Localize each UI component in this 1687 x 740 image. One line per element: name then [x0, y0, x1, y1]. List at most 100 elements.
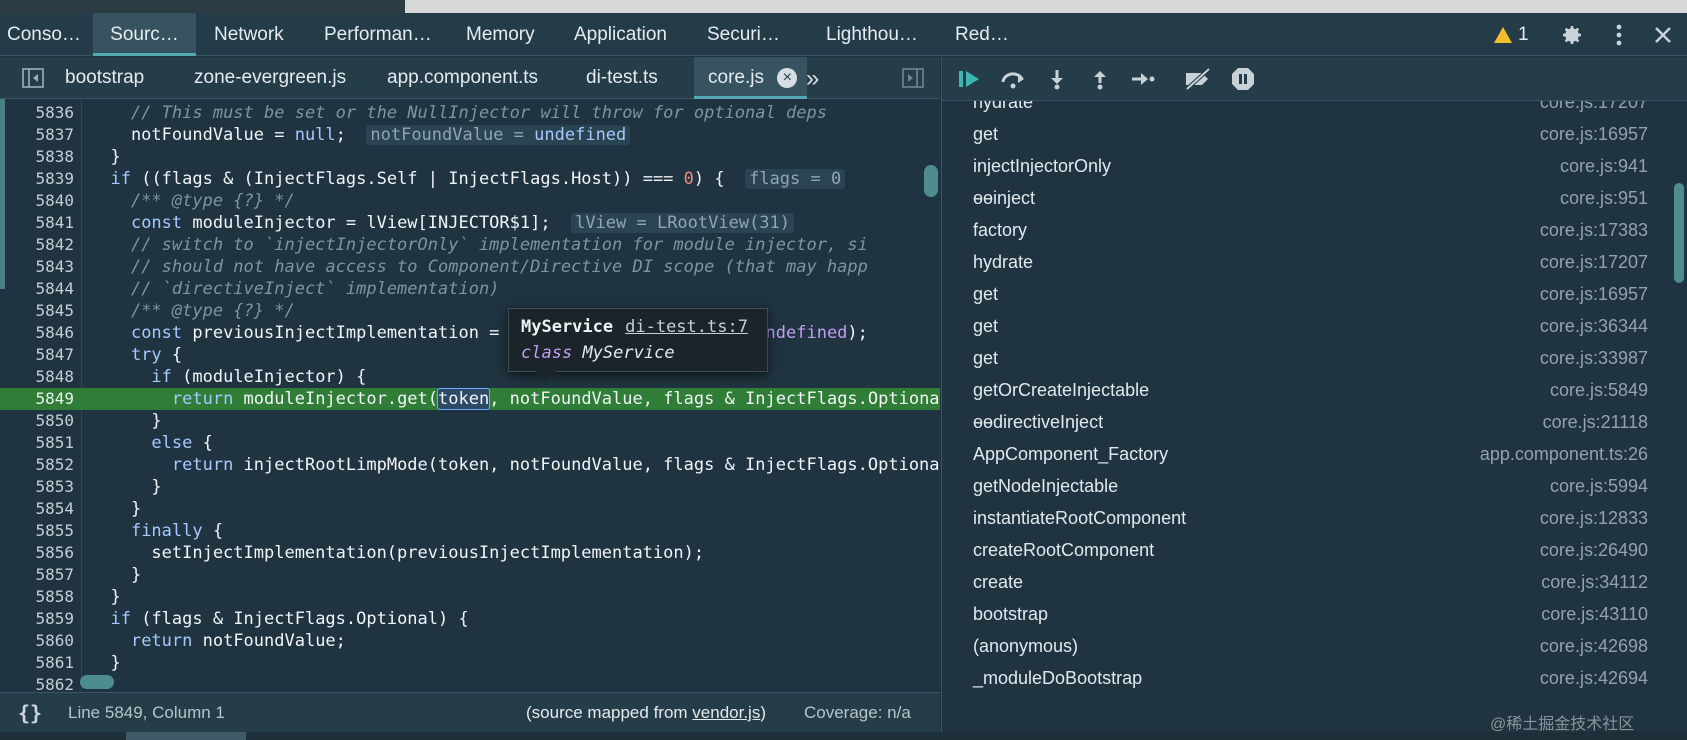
call-frame[interactable]: injectInjectorOnly core.js:941 — [942, 149, 1648, 183]
code-line: 5848 if (moduleInjector) { — [35, 367, 367, 387]
call-frame[interactable]: get core.js:16957 — [942, 277, 1648, 311]
code-line: 5845 /** @type {?} */ — [35, 301, 295, 321]
step-into-icon — [1051, 70, 1063, 90]
breakpoints-off-icon — [1185, 68, 1211, 90]
cursor-position: Line 5849, Column 1 — [68, 703, 225, 722]
toggle-debugger-button[interactable] — [902, 68, 924, 93]
step-icon — [1132, 73, 1155, 85]
call-frame[interactable]: getNodeInjectable core.js:5994 — [942, 469, 1648, 503]
debugger-toolbar — [942, 57, 1687, 101]
call-frame[interactable]: create core.js:34112 — [942, 565, 1648, 599]
source-map-info: (source mapped from vendor.js) — [526, 703, 767, 722]
pause-on-exceptions-button[interactable] — [1228, 65, 1258, 93]
more-tabs-chevron-icon[interactable]: » — [806, 65, 819, 93]
tab-sources[interactable]: Sourc… — [93, 13, 196, 56]
tab-application[interactable]: Application — [574, 13, 667, 56]
call-frame[interactable]: get core.js:16957 — [942, 117, 1648, 151]
tab-console[interactable]: Conso… — [7, 13, 81, 56]
call-frame[interactable]: _moduleDoBootstrap core.js:42694 — [942, 661, 1648, 695]
code-line: 5853 } — [35, 477, 162, 497]
call-frame[interactable]: getOrCreateInjectable core.js:5849 — [942, 373, 1648, 407]
settings-button[interactable] — [1556, 13, 1588, 56]
pretty-print-button[interactable]: {} — [18, 701, 42, 725]
inline-value-notfound: notFoundValue = undefined — [366, 125, 631, 145]
tab-network[interactable]: Network — [214, 13, 284, 56]
hovered-token[interactable]: token — [437, 388, 491, 410]
tooltip-title: MyService — [521, 317, 614, 337]
code-editor[interactable]: 5836 // This must be set or the NullInje… — [0, 99, 940, 692]
code-line: 5860 return notFoundValue; — [35, 631, 346, 651]
editor-scroll-marker[interactable] — [924, 165, 938, 197]
step-into-button[interactable] — [1042, 65, 1072, 93]
tab-redux[interactable]: Red… — [955, 13, 1009, 56]
panel-right-icon — [902, 68, 924, 88]
file-tab-di-test[interactable]: di-test.ts — [586, 57, 658, 99]
bottom-scrollbar-thumb[interactable] — [126, 732, 246, 740]
code-line: 5841 const moduleInjector = lView[INJECT… — [0, 212, 940, 234]
code-line: 5838 } — [35, 147, 121, 167]
resume-button[interactable] — [954, 65, 984, 93]
code-line: 5857 } — [35, 565, 142, 585]
warning-icon — [1494, 26, 1512, 43]
call-frame[interactable]: get core.js:36344 — [942, 309, 1648, 343]
call-frame[interactable]: createRootComponent core.js:26490 — [942, 533, 1648, 567]
file-tab-zone-evergreen[interactable]: zone-evergreen.js — [194, 57, 346, 99]
step-over-icon — [1001, 72, 1024, 89]
tab-security[interactable]: Securi… — [707, 13, 780, 56]
more-options-button[interactable] — [1604, 13, 1634, 56]
code-line: 5861 } — [35, 653, 121, 673]
code-line: 5854 } — [35, 499, 142, 519]
paused-execution-line: 5849 return moduleInjector.get(token, no… — [0, 388, 940, 410]
code-line: 5837 notFoundValue = null; notFoundValue… — [0, 124, 940, 146]
code-line: 5856 setInjectImplementation(previousInj… — [35, 543, 705, 563]
call-frame[interactable]: get core.js:33987 — [942, 341, 1648, 375]
warnings-counter[interactable]: 1 — [1494, 13, 1529, 56]
file-tab-bootstrap[interactable]: bootstrap — [65, 57, 144, 99]
coverage-status: Coverage: n/a — [804, 703, 911, 722]
call-frame[interactable]: AppComponent_Factory app.component.ts:26 — [942, 437, 1648, 471]
call-stack-scrollbar[interactable] — [1674, 183, 1684, 283]
file-tab-app-component[interactable]: app.component.ts — [387, 57, 538, 99]
call-frame[interactable]: factory core.js:17383 — [942, 213, 1648, 247]
inline-value-lview: lView = LRootView(31) — [571, 213, 795, 233]
call-frame[interactable]: ɵɵdirectiveInject core.js:21118 — [942, 405, 1648, 439]
call-frame[interactable]: bootstrap core.js:43110 — [942, 597, 1648, 631]
code-line: 5842 // switch to `injectInjectorOnly` i… — [35, 235, 868, 255]
file-tab-core-js[interactable]: core.js × — [694, 57, 808, 99]
tab-performance[interactable]: Performan… — [324, 13, 432, 56]
call-frame[interactable]: hydrate core.js:17207 — [942, 245, 1648, 279]
tab-lighthouse[interactable]: Lighthou… — [826, 13, 918, 56]
tooltip-arrow — [536, 371, 556, 381]
source-map-link[interactable]: vendor.js — [692, 703, 760, 722]
code-line: 5839 if ((flags & (InjectFlags.Self | In… — [0, 168, 940, 190]
close-tab-icon[interactable]: × — [777, 67, 798, 88]
file-tabs-bar: bootstrap zone-evergreen.js app.componen… — [0, 57, 940, 99]
step-out-button[interactable] — [1085, 65, 1115, 93]
code-line: 5844 // `directiveInject` implementation… — [35, 279, 500, 299]
code-line: 5846 const previousInjectImplementation … — [35, 323, 868, 343]
step-button[interactable] — [1128, 65, 1158, 93]
editor-hscroll-marker[interactable] — [80, 675, 114, 689]
bottom-scrollbar[interactable] — [0, 732, 1687, 740]
tooltip-kind: class — [521, 343, 573, 363]
tooltip-source-link[interactable]: di-test.ts:7 — [625, 317, 748, 337]
gear-icon — [1563, 25, 1581, 44]
deactivate-breakpoints-button[interactable] — [1183, 65, 1213, 93]
devtools-tab-bar: Conso… Sourc… Network Performan… Memory … — [0, 13, 1687, 56]
toggle-navigator-button[interactable] — [22, 68, 44, 93]
code-line: 5858 } — [35, 587, 121, 607]
warnings-count: 1 — [1518, 23, 1529, 45]
tab-memory[interactable]: Memory — [466, 13, 535, 56]
debugger-panel: hydrate core.js:17207 get core.js:16957 in… — [941, 57, 1687, 732]
pause-exceptions-icon — [1232, 68, 1254, 90]
close-devtools-button[interactable] — [1648, 13, 1678, 56]
call-frame[interactable]: (anonymous) core.js:42698 — [942, 629, 1648, 663]
call-frame[interactable]: instantiateRootComponent core.js:12833 — [942, 501, 1648, 535]
call-stack-list[interactable]: hydrate core.js:17207 get core.js:16957 in… — [942, 101, 1687, 732]
resume-icon — [959, 71, 979, 87]
code-line: 5850 } — [35, 411, 162, 431]
call-frame[interactable]: ɵɵinject core.js:951 — [942, 181, 1648, 215]
inline-value-flags: flags = 0 — [745, 169, 846, 189]
step-over-button[interactable] — [998, 65, 1028, 93]
code-line: 5855 finally { — [35, 521, 224, 541]
